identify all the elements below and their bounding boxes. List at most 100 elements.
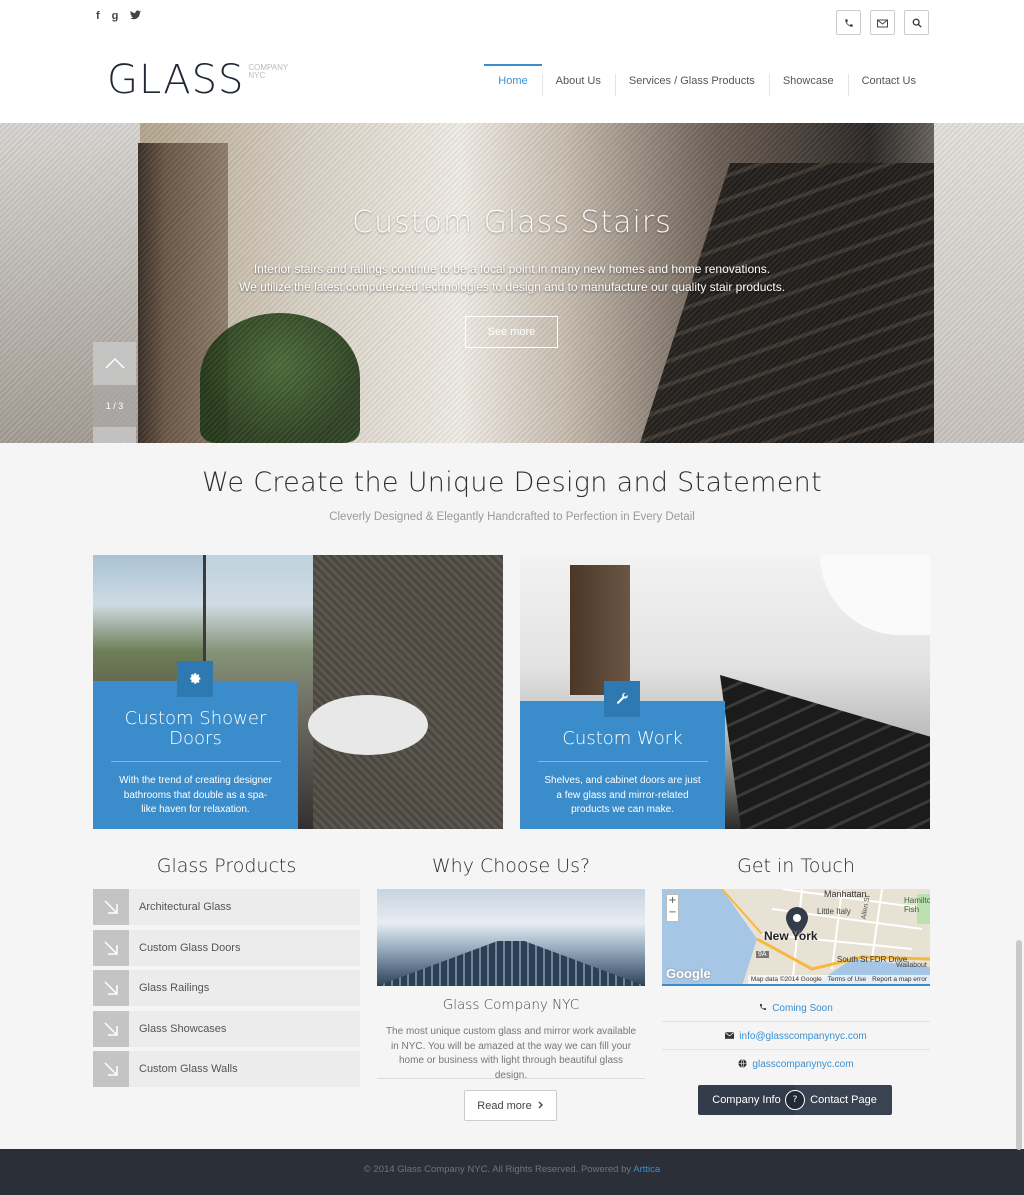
- map-attribution: Map data ©2014 Google Terms of Use Repor…: [747, 975, 930, 984]
- card-image-door: [570, 565, 630, 695]
- card-shower-doors[interactable]: Custom Shower Doors With the trend of cr…: [93, 555, 503, 829]
- google-plus-icon[interactable]: g: [112, 10, 119, 23]
- chevron-right-icon: [538, 1100, 544, 1112]
- card-icon-box: [604, 681, 640, 717]
- arrow-down-right-icon: [93, 929, 129, 966]
- map-label-hamilton: Hamilton Fish: [904, 896, 930, 914]
- arrow-down-right-icon: [93, 970, 129, 1007]
- nav-contact-us[interactable]: Contact Us: [847, 64, 930, 100]
- card-title: Custom Shower Doors: [124, 708, 267, 749]
- card-image-stairs: [720, 675, 930, 829]
- header-tools: [836, 10, 929, 35]
- google-logo: Google: [666, 966, 711, 981]
- phone-icon: [844, 13, 854, 32]
- see-more-button[interactable]: See more: [465, 316, 558, 348]
- read-more-label: Read more: [477, 1099, 532, 1112]
- list-item[interactable]: Custom Glass Walls: [93, 1051, 360, 1088]
- company-info-button[interactable]: Company Info: [698, 1085, 795, 1115]
- phone-icon: [759, 1003, 767, 1014]
- list-item-label: Architectural Glass: [139, 901, 232, 913]
- search-button[interactable]: [904, 10, 929, 35]
- list-item[interactable]: Architectural Glass: [93, 889, 360, 925]
- nav-about-us[interactable]: About Us: [541, 64, 615, 100]
- site-header: f g GLASS COMPANY NYC Home About Us Serv…: [0, 0, 1024, 123]
- contact-title: Get in Touch: [737, 855, 855, 877]
- search-icon: [912, 13, 922, 32]
- contact-phone-row: Coming Soon: [662, 995, 930, 1022]
- globe-icon: [738, 1058, 748, 1071]
- card-divider: [110, 761, 281, 762]
- slider-prev-button[interactable]: [93, 342, 136, 385]
- map-terms-link[interactable]: Terms of Use: [828, 976, 866, 983]
- nav-showcase[interactable]: Showcase: [768, 64, 848, 100]
- products-title: Glass Products: [156, 855, 297, 877]
- page-scrollbar[interactable]: [1016, 940, 1022, 1150]
- map-label-manhattan: Manhattan: [824, 889, 867, 899]
- card-custom-work[interactable]: Custom Work Shelves, and cabinet doors a…: [520, 555, 930, 829]
- logo-subtitle: COMPANY NYC: [248, 64, 288, 80]
- list-item[interactable]: Custom Glass Doors: [93, 929, 360, 966]
- facebook-icon[interactable]: f: [96, 10, 100, 23]
- envelope-icon: [877, 13, 888, 32]
- list-item-label: Glass Railings: [139, 982, 210, 995]
- card-panel: Custom Shower Doors With the trend of cr…: [93, 661, 298, 829]
- products-list: Architectural Glass Custom Glass Doors G…: [93, 889, 360, 1092]
- slider-next-button[interactable]: [93, 427, 136, 443]
- card-description: Shelves, and cabinet doors are just a fe…: [544, 775, 701, 815]
- card-icon-box: [177, 661, 213, 697]
- section-subheadline: Cleverly Designed & Elegantly Handcrafte…: [329, 511, 695, 523]
- twitter-icon[interactable]: [130, 10, 142, 23]
- gear-icon: [189, 670, 202, 689]
- why-divider: [377, 1078, 645, 1079]
- button-or-badge: ?: [785, 1090, 805, 1110]
- contact-email[interactable]: info@glasscompanynyc.com: [739, 1031, 866, 1042]
- footer-copyright: © 2014 Glass Company NYC. All Rights Res…: [0, 1164, 1024, 1175]
- main-nav: Home About Us Services / Glass Products …: [484, 64, 930, 100]
- read-more-button[interactable]: Read more: [464, 1090, 557, 1121]
- location-map[interactable]: + − Manhattan New York Little Italy Hamil…: [662, 889, 930, 986]
- why-image: [377, 889, 645, 986]
- map-zoom-control[interactable]: + −: [666, 894, 679, 922]
- map-data-text: Map data ©2014 Google: [750, 976, 822, 983]
- arrow-down-right-icon: [93, 1051, 129, 1088]
- list-item-label: Custom Glass Doors: [139, 941, 241, 954]
- contact-website[interactable]: glasscompanynyc.com: [752, 1059, 853, 1070]
- list-item[interactable]: Glass Showcases: [93, 1010, 360, 1047]
- card-image-ceiling: [820, 555, 930, 635]
- map-label-city: New York: [764, 929, 818, 943]
- card-panel: Custom Work Shelves, and cabinet doors a…: [520, 681, 725, 829]
- card-divider: [537, 761, 708, 762]
- list-item-label: Glass Showcases: [139, 1022, 227, 1035]
- hero-description: Interior stairs and railings continue to…: [0, 260, 1024, 296]
- nav-services[interactable]: Services / Glass Products: [614, 64, 769, 100]
- hero-text-line-1: Interior stairs and railings continue to…: [253, 262, 771, 276]
- map-label-wallabout: Wallabout: [896, 962, 927, 969]
- contact-buttons: Company Info Contact Page ?: [698, 1085, 892, 1115]
- arrow-down-right-icon: [93, 889, 129, 925]
- contact-page-button[interactable]: Contact Page: [795, 1085, 892, 1115]
- nav-home[interactable]: Home: [484, 64, 542, 100]
- arrow-down-right-icon: [93, 1010, 129, 1047]
- list-item[interactable]: Glass Railings: [93, 970, 360, 1007]
- contact-web-row: glasscompanynyc.com: [662, 1051, 930, 1078]
- footer-powered-link[interactable]: Arttica: [633, 1164, 660, 1175]
- chevron-down-icon: [105, 439, 125, 443]
- contact-phone[interactable]: Coming Soon: [772, 1003, 833, 1014]
- card-image-tile: [313, 555, 503, 829]
- phone-button[interactable]: [836, 10, 861, 35]
- logo-sub-nyc: NYC: [248, 71, 266, 80]
- email-button[interactable]: [870, 10, 895, 35]
- list-item-label: Custom Glass Walls: [139, 1063, 238, 1076]
- contact-email-row: info@glasscompanynyc.com: [662, 1023, 930, 1050]
- slider-controls: 1 / 3: [93, 342, 136, 443]
- hero-title: Custom Glass Stairs: [352, 205, 672, 240]
- why-image-building: [377, 941, 645, 986]
- section-headline: We Create the Unique Design and Statemen…: [202, 467, 822, 498]
- card-title: Custom Work: [562, 728, 683, 749]
- logo-wordmark: GLASS: [107, 57, 245, 103]
- site-logo[interactable]: GLASS COMPANY NYC: [107, 58, 288, 102]
- social-links: f g: [96, 10, 142, 23]
- map-report-link[interactable]: Report a map error: [872, 976, 927, 983]
- hero-slider: 1 / 3 Custom Glass Stairs Interior stair…: [0, 123, 1024, 443]
- why-company-name: Glass Company NYC: [442, 997, 580, 1013]
